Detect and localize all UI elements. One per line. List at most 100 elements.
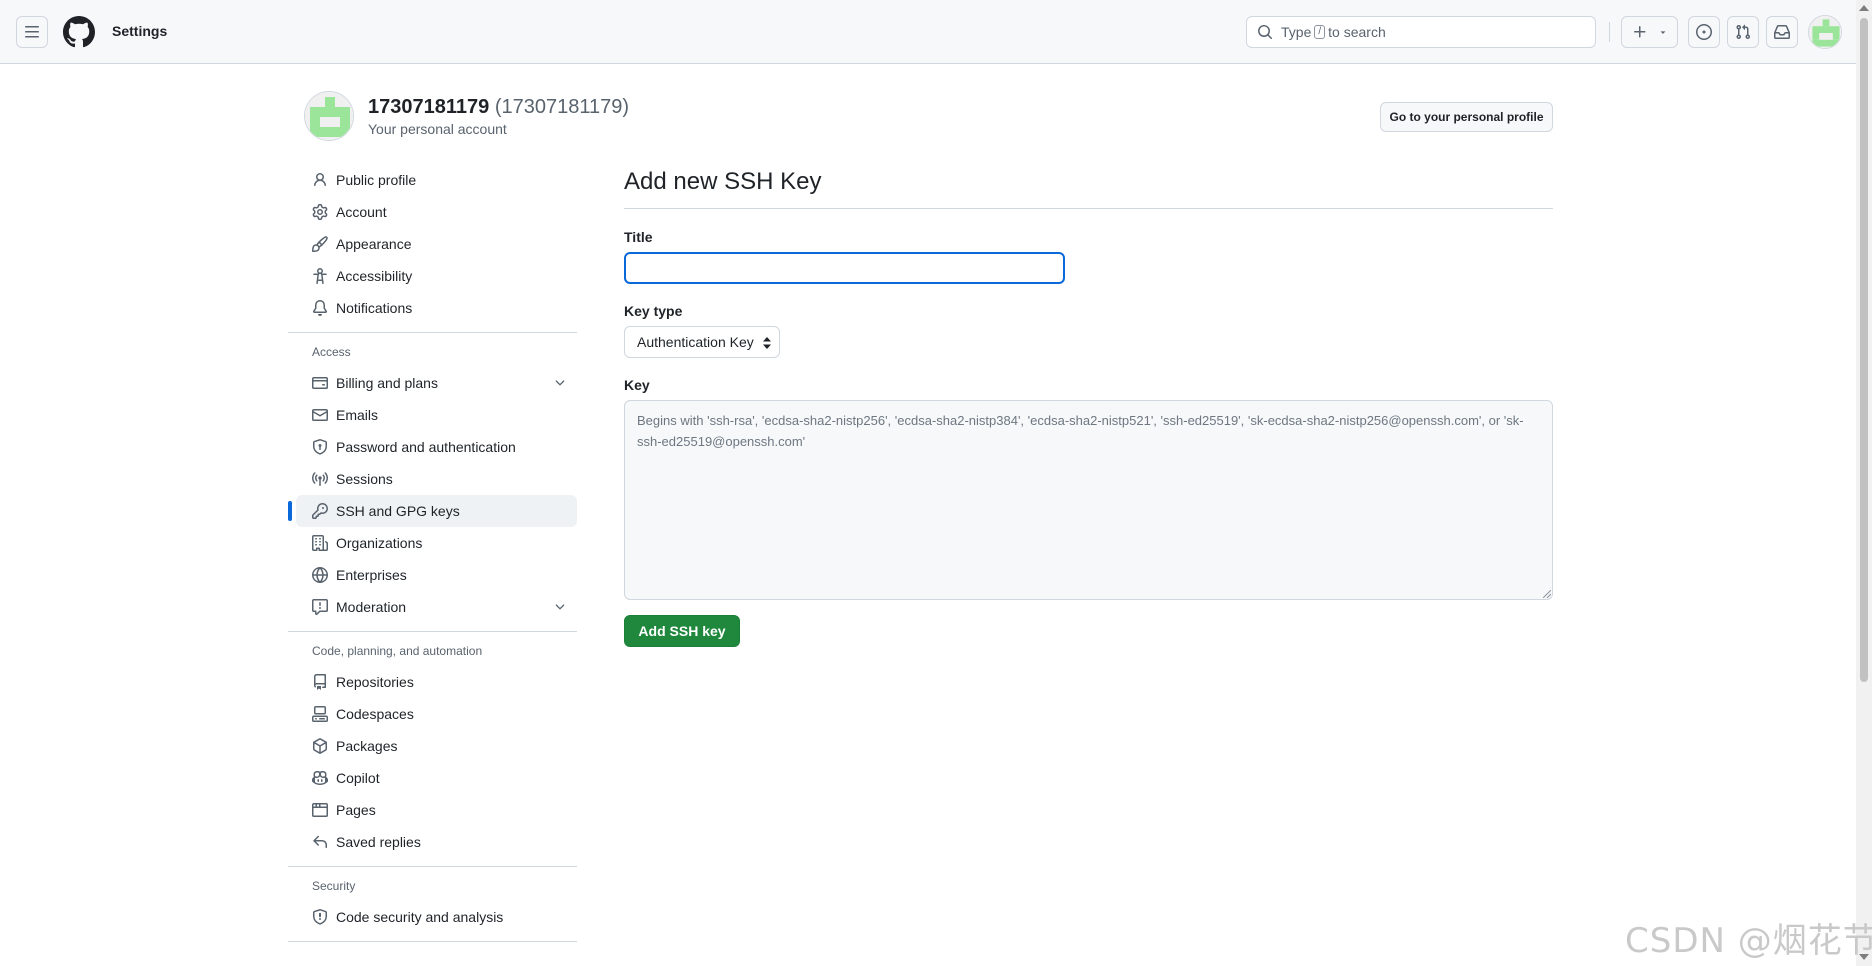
sidebar-divider (288, 332, 577, 333)
sidebar-item-notifications[interactable]: Notifications (296, 292, 577, 324)
sidebar-item-codespaces[interactable]: Codespaces (296, 698, 577, 730)
sidebar-item-password-and-authentication[interactable]: Password and authentication (296, 431, 577, 463)
sidebar-item-label: Codespaces (336, 706, 414, 722)
sidebar-item-label: Copilot (336, 770, 380, 786)
csdn-watermark: CSDN @烟花节 (1625, 921, 1872, 961)
sidebar-item-label: Public profile (336, 172, 417, 188)
go-to-profile-button[interactable]: Go to your personal profile (1380, 102, 1553, 132)
sidebar-item-accessibility[interactable]: Accessibility (296, 260, 577, 292)
bell-icon (312, 300, 328, 316)
context-title[interactable]: Settings (112, 23, 167, 39)
browser-icon (312, 802, 328, 818)
inbox-icon (1774, 25, 1790, 39)
account-name[interactable]: 17307181179 (17307181179) (368, 96, 629, 119)
codespaces-icon (312, 706, 328, 722)
report-icon (312, 599, 328, 615)
broadcast-icon (312, 471, 328, 487)
global-header: Settings Type / to search (0, 0, 1856, 64)
sidebar-item-copilot[interactable]: Copilot (296, 762, 577, 794)
person-icon (312, 172, 328, 188)
copilot-icon (312, 770, 328, 786)
search-input[interactable]: Type / to search (1246, 16, 1596, 48)
sidebar-divider (288, 941, 577, 942)
organization-icon (312, 535, 328, 551)
search-icon (1258, 25, 1273, 40)
notifications-inbox-button[interactable] (1766, 16, 1798, 48)
search-placeholder-suffix: to search (1328, 24, 1386, 40)
sidebar-divider (288, 866, 577, 867)
sidebar-item-moderation[interactable]: Moderation (296, 591, 577, 623)
key-textarea[interactable] (624, 400, 1553, 600)
key-type-selected-value: Authentication Key (637, 334, 754, 350)
sidebar-item-saved-replies[interactable]: Saved replies (296, 826, 577, 858)
sidebar-item-packages[interactable]: Packages (296, 730, 577, 762)
sidebar-item-label: Notifications (336, 300, 413, 316)
key-label: Key (624, 377, 650, 393)
pull-requests-button[interactable] (1727, 16, 1759, 48)
credit-card-icon (312, 375, 328, 391)
globe-icon (312, 567, 328, 583)
shield-lock-icon (312, 439, 328, 455)
sidebar-item-repositories[interactable]: Repositories (296, 666, 577, 698)
scroll-up-arrow-icon[interactable] (1859, 5, 1869, 11)
account-subtitle: Your personal account (368, 121, 507, 137)
chevron-down-icon[interactable] (553, 600, 567, 614)
sidebar-item-code-security-and-analysis[interactable]: Code security and analysis (296, 901, 577, 933)
select-arrows-icon (763, 337, 771, 349)
sidebar-item-label: Saved replies (336, 834, 421, 850)
sidebar-item-emails[interactable]: Emails (296, 399, 577, 431)
create-new-button[interactable] (1621, 16, 1678, 48)
sidebar-heading-security: Security (312, 879, 356, 893)
gear-icon (312, 204, 328, 220)
title-input[interactable] (624, 252, 1065, 284)
sidebar-item-label: Enterprises (336, 567, 407, 583)
sidebar-divider (288, 631, 577, 632)
page-scrollbar[interactable] (1856, 0, 1872, 966)
sidebar-item-billing-and-plans[interactable]: Billing and plans (296, 367, 577, 399)
reply-icon (312, 834, 328, 850)
scroll-thumb[interactable] (1860, 18, 1868, 682)
issue-opened-icon (1696, 24, 1712, 40)
sidebar-item-pages[interactable]: Pages (296, 794, 577, 826)
resize-grip-icon[interactable] (1543, 590, 1551, 598)
triangle-down-icon (1660, 31, 1665, 34)
sidebar-item-label: Appearance (336, 236, 412, 252)
sidebar-item-label: Repositories (336, 674, 414, 690)
key-type-select[interactable]: Authentication Key (624, 326, 780, 358)
sidebar-item-appearance[interactable]: Appearance (296, 228, 577, 260)
sidebar-item-label: Account (336, 204, 387, 220)
plus-icon (1633, 26, 1645, 38)
title-divider (624, 208, 1553, 209)
key-icon (312, 503, 328, 519)
sidebar-item-label: Organizations (336, 535, 423, 551)
header-divider (1609, 22, 1610, 42)
sidebar-item-sessions[interactable]: Sessions (296, 463, 577, 495)
settings-sidebar: Public profile Account Appearance Accessibi… (288, 164, 585, 950)
open-menu-button[interactable] (16, 16, 48, 48)
identicon-avatar-icon (305, 92, 353, 140)
sidebar-item-label: Accessibility (336, 268, 413, 284)
sidebar-item-label: Code security and analysis (336, 909, 504, 925)
git-pull-request-icon (1736, 24, 1751, 40)
sidebar-item-public-profile[interactable]: Public profile (296, 164, 577, 196)
sidebar-heading-code: Code, planning, and automation (312, 644, 483, 658)
title-label: Title (624, 229, 653, 245)
user-avatar[interactable] (1808, 15, 1842, 49)
add-ssh-key-button[interactable]: Add SSH key (624, 615, 740, 647)
sidebar-item-label: Packages (336, 738, 398, 754)
sidebar-item-label: Billing and plans (336, 375, 438, 391)
sidebar-item-organizations[interactable]: Organizations (296, 527, 577, 559)
chevron-down-icon[interactable] (553, 376, 567, 390)
sidebar-item-ssh-and-gpg-keys[interactable]: SSH and GPG keys (288, 495, 577, 527)
account-display-name: 17307181179 (368, 96, 490, 118)
github-logo-icon[interactable] (63, 16, 95, 48)
sidebar-item-label: Password and authentication (336, 439, 516, 455)
repo-icon (312, 674, 328, 690)
search-placeholder-prefix: Type (1281, 24, 1312, 40)
hamburger-icon (25, 26, 39, 38)
account-avatar[interactable] (304, 91, 354, 141)
sidebar-item-account[interactable]: Account (296, 196, 577, 228)
sidebar-item-label: Moderation (336, 599, 407, 615)
issues-button[interactable] (1688, 16, 1720, 48)
sidebar-item-enterprises[interactable]: Enterprises (296, 559, 577, 591)
